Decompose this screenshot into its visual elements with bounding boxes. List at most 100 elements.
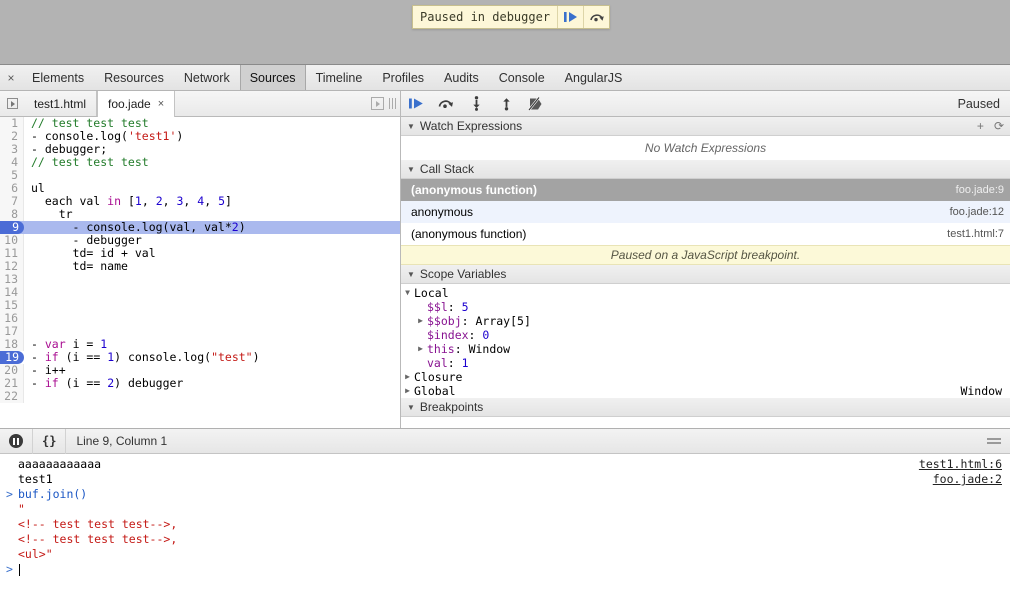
scope-variables-header[interactable]: ▼ Scope Variables xyxy=(401,265,1010,284)
line-number-gutter[interactable]: 22 xyxy=(0,390,24,403)
console-input-echo: > buf.join() xyxy=(0,487,1010,502)
scope-group-label: Closure xyxy=(414,370,463,384)
chevron-right-icon[interactable]: ▶ xyxy=(414,342,427,356)
panel-tab-strip: × Elements Resources Network Sources Tim… xyxy=(0,65,1010,91)
step-over-button[interactable] xyxy=(431,91,461,116)
show-navigator-ghost-icon[interactable] xyxy=(370,97,384,110)
file-tab-foo-jade[interactable]: foo.jade × xyxy=(97,91,176,117)
chevron-down-icon: ▼ xyxy=(407,402,415,412)
console-source-link[interactable]: test1.html:6 xyxy=(919,457,1010,472)
code-line[interactable]: 5 xyxy=(0,169,400,182)
variable-value: 1 xyxy=(461,356,469,370)
frame-name: (anonymous function) xyxy=(411,227,527,241)
console-toolbar: {} Line 9, Column 1 xyxy=(0,428,1010,454)
code-line[interactable]: 21- if (i == 2) debugger xyxy=(0,377,400,390)
pause-reason-banner: Paused on a JavaScript breakpoint. xyxy=(401,245,1010,265)
variable-separator: : xyxy=(468,328,483,342)
breakpoints-header[interactable]: ▼ Breakpoints xyxy=(401,398,1010,417)
file-tab-test1-html[interactable]: test1.html xyxy=(24,91,98,116)
scope-group-closure[interactable]: ▶ Closure xyxy=(401,370,1010,384)
code-line[interactable]: 4// test test test xyxy=(0,156,400,169)
scope-variables-title: Scope Variables xyxy=(419,267,507,281)
tab-profiles[interactable]: Profiles xyxy=(372,65,434,90)
variable-value: 0 xyxy=(482,328,490,342)
chevron-down-icon: ▼ xyxy=(407,269,415,279)
code-line-text: // test test test xyxy=(31,155,149,169)
console-drawer: {} Line 9, Column 1 aaaaaaaaaaaa test1.ht… xyxy=(0,428,1010,600)
console-message-text: <!-- test test test-->, xyxy=(18,532,178,546)
scope-variables-list: ▼ Local $$l: 5 ▶ $$obj: Array[5] $index: 0 ▶ th… xyxy=(401,284,1010,398)
hamburger-icon[interactable] xyxy=(987,436,1010,446)
code-line[interactable]: 15 xyxy=(0,299,400,312)
deactivate-breakpoints-button[interactable] xyxy=(521,91,551,116)
scope-group-global[interactable]: ▶ Global Window xyxy=(401,384,1010,398)
console-message-text: test1 xyxy=(18,472,53,486)
tab-audits[interactable]: Audits xyxy=(434,65,489,90)
call-stack-header[interactable]: ▼ Call Stack xyxy=(401,160,1010,179)
code-line[interactable]: 13 xyxy=(0,273,400,286)
scope-variable[interactable]: $$l: 5 xyxy=(401,300,1010,314)
file-tab-label: foo.jade xyxy=(108,97,151,111)
refresh-watch-expressions-button[interactable]: ⟳ xyxy=(994,119,1004,133)
console-message: <ul>" xyxy=(0,547,1010,562)
frame-location: foo.jade:9 xyxy=(955,184,1004,196)
console-message: " xyxy=(0,502,1010,517)
scope-variable[interactable]: val: 1 xyxy=(401,356,1010,370)
tab-resources[interactable]: Resources xyxy=(94,65,174,90)
show-navigator-button[interactable] xyxy=(0,91,24,116)
call-stack-frame[interactable]: (anonymous function) test1.html:7 xyxy=(401,223,1010,245)
paused-in-debugger-label: Paused in debugger xyxy=(420,10,551,24)
frame-location: foo.jade:12 xyxy=(949,206,1004,218)
variable-name: $$obj xyxy=(427,314,462,328)
code-line[interactable]: 22 xyxy=(0,390,400,403)
add-watch-expression-button[interactable]: + xyxy=(977,119,984,133)
code-editor[interactable]: 1// test test test 2- console.log('test1'… xyxy=(0,117,401,454)
scope-group-value: Window xyxy=(960,384,1002,398)
overlay-step-over-button[interactable] xyxy=(583,6,609,28)
variable-name: $index xyxy=(427,328,469,342)
console-message-text: <!-- test test test-->, xyxy=(18,517,178,531)
tab-network[interactable]: Network xyxy=(174,65,240,90)
close-icon[interactable]: × xyxy=(158,98,164,110)
console-message-text: " xyxy=(18,502,25,516)
devtools-window: Paused in debugger × Elements Resources … xyxy=(0,0,1010,600)
chevron-right-icon[interactable]: ▶ xyxy=(414,314,427,328)
pause-on-exceptions-icon xyxy=(9,434,23,448)
watch-expressions-title: Watch Expressions xyxy=(419,119,523,133)
tab-elements[interactable]: Elements xyxy=(22,65,94,90)
code-line[interactable]: 16 xyxy=(0,312,400,325)
scope-group-local[interactable]: ▼ Local xyxy=(401,286,1010,300)
variable-value: Array[5] xyxy=(475,314,531,328)
variable-separator: : xyxy=(461,314,476,328)
chevron-down-icon: ▼ xyxy=(407,164,415,174)
code-line-text: - if (i == 2) debugger xyxy=(31,376,184,390)
code-line[interactable]: 12 td= name xyxy=(0,260,400,273)
tab-timeline[interactable]: Timeline xyxy=(306,65,373,90)
sources-toolbar: test1.html foo.jade × Paused xyxy=(0,91,1010,117)
pause-on-exceptions-button[interactable] xyxy=(0,428,33,454)
watch-expressions-header[interactable]: ▼ Watch Expressions + ⟳ xyxy=(401,117,1010,136)
step-out-button[interactable] xyxy=(491,91,521,116)
console-message-text: buf.join() xyxy=(18,487,88,501)
call-stack-frame[interactable]: anonymous foo.jade:12 xyxy=(401,201,1010,223)
tab-sources[interactable]: Sources xyxy=(239,65,306,90)
scope-variable[interactable]: ▶ $$obj: Array[5] xyxy=(401,314,1010,328)
scope-variable[interactable]: $index: 0 xyxy=(401,328,1010,342)
step-into-button[interactable] xyxy=(461,91,491,116)
console-source-link[interactable]: foo.jade:2 xyxy=(933,472,1010,487)
tab-console[interactable]: Console xyxy=(489,65,555,90)
code-line[interactable]: 14 xyxy=(0,286,400,299)
scope-variable[interactable]: ▶ this: Window xyxy=(401,342,1010,356)
devtools-panel: × Elements Resources Network Sources Tim… xyxy=(0,64,1010,600)
call-stack-frame[interactable]: (anonymous function) foo.jade:9 xyxy=(401,179,1010,201)
tab-angularjs[interactable]: AngularJS xyxy=(555,65,633,90)
pretty-print-button[interactable]: {} xyxy=(33,428,67,454)
code-line-text: td= name xyxy=(31,259,128,273)
console-message: aaaaaaaaaaaa test1.html:6 xyxy=(0,457,1010,472)
overlay-resume-button[interactable] xyxy=(557,6,583,28)
close-devtools-button[interactable]: × xyxy=(0,65,22,90)
console-prompt[interactable]: > xyxy=(0,562,1010,577)
split-view-icon[interactable] xyxy=(388,98,396,109)
code-line-text xyxy=(24,390,38,403)
resume-button[interactable] xyxy=(401,91,431,116)
